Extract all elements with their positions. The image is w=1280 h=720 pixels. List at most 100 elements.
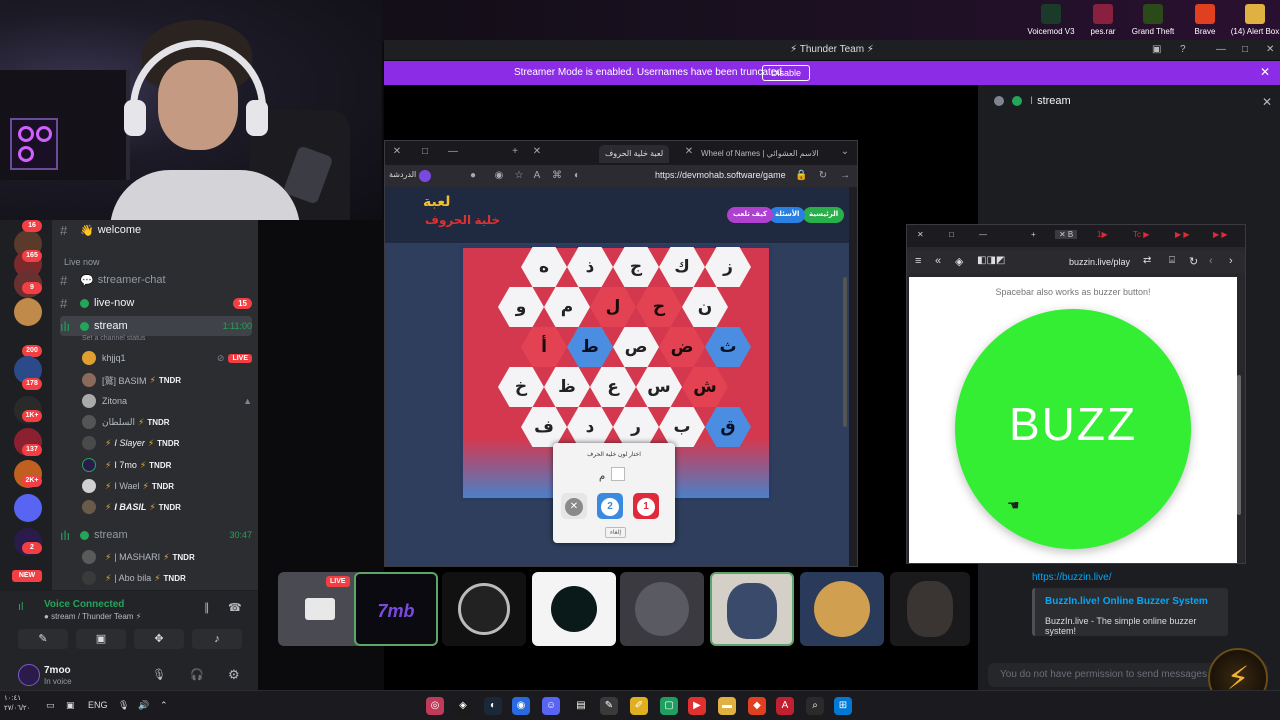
clock[interactable]: ١٠:٤١ ٢٧/٠٦/٢٠ — [4, 694, 30, 714]
camera-off-icon[interactable]: ✎ — [18, 629, 68, 649]
participant-tile[interactable] — [620, 572, 704, 646]
minimize-icon[interactable]: — — [1216, 44, 1226, 55]
inbox-icon[interactable]: ▣ — [1152, 44, 1161, 55]
voice-status-title[interactable]: Voice Connected — [44, 599, 124, 610]
address-bar[interactable]: buzzin.live/play — [1069, 257, 1130, 267]
forward-icon[interactable]: → — [839, 170, 851, 182]
back-icon[interactable]: « — [935, 255, 941, 267]
channel-welcome[interactable]: # 👋 welcome — [60, 220, 252, 240]
tab-youtube[interactable]: 1▶ — [1097, 230, 1108, 239]
search-icon[interactable]: ⌕ — [806, 697, 824, 715]
app-icon[interactable]: ▢ — [660, 697, 678, 715]
embed-title[interactable]: BuzzIn.live! Online Buzzer System — [1045, 596, 1208, 607]
tracking-icon[interactable]: ◐ — [571, 170, 583, 182]
user-name[interactable]: 7moo — [44, 665, 71, 676]
questions-button[interactable]: الأسئلة — [769, 207, 806, 223]
soundboard-icon[interactable]: ♪ — [192, 629, 242, 649]
close-icon[interactable]: ✕ — [917, 230, 924, 239]
read-aloud-icon[interactable]: A — [531, 170, 543, 182]
tab-menu-icon[interactable]: ⌄ — [839, 146, 851, 158]
profile-button[interactable]: الدردشة — [389, 170, 416, 179]
voice-user[interactable]: ⚡ I BASIL ⚡ TNDR — [82, 497, 252, 517]
discord-icon[interactable]: ☺ — [542, 697, 560, 715]
copilot-icon[interactable] — [419, 170, 431, 182]
tab-buzzin[interactable]: ✕ B — [1055, 230, 1078, 239]
voice-user[interactable]: [鷲] BASIM ⚡ TNDR — [82, 370, 252, 390]
microphone-icon[interactable]: 🎙 — [152, 668, 166, 681]
bookmark-icon[interactable]: ⌸ — [1169, 255, 1175, 266]
channel-streamer-chat[interactable]: # 💬 streamer-chat — [60, 270, 252, 290]
minimize-icon[interactable]: — — [979, 230, 987, 239]
voice-user[interactable]: Zitona ▲ — [82, 391, 252, 411]
disconnect-icon[interactable]: ☎ — [228, 601, 242, 614]
new-tab-icon[interactable]: + — [509, 146, 521, 158]
file-explorer-icon[interactable]: ▬ — [718, 697, 736, 715]
server-icon[interactable] — [14, 298, 42, 326]
minimize-icon[interactable]: — — [447, 146, 459, 158]
steam-icon[interactable]: ◐ — [484, 697, 502, 715]
translate-icon[interactable]: ⌘ — [551, 170, 563, 182]
notepad-icon[interactable]: ✎ — [600, 697, 618, 715]
buzz-button[interactable]: BUZZ — [955, 309, 1191, 549]
extensions-icon[interactable]: ◉ — [493, 170, 505, 182]
menu-icon[interactable]: ≡ — [915, 255, 921, 267]
clear-color-button[interactable]: ✕ — [561, 493, 587, 519]
close-tab-icon[interactable]: ✕ — [531, 146, 543, 158]
voice-user[interactable]: ⚡ | MASHARI ⚡ TNDR — [82, 547, 252, 567]
voice-user[interactable]: السلطان ⚡ TNDR — [82, 412, 252, 432]
new-tab-icon[interactable]: + — [1031, 230, 1036, 239]
extensions-icon[interactable]: ◧◨◩ — [977, 255, 1005, 266]
app-icon[interactable]: ◈ — [454, 697, 472, 715]
help-icon[interactable]: ? — [1180, 44, 1186, 55]
voice-user[interactable]: ⚡ I Wael ⚡ TNDR — [82, 476, 252, 496]
headphones-icon[interactable]: 🎧 — [190, 668, 204, 681]
video-icon[interactable]: ▶ — [688, 697, 706, 715]
screen-share-icon[interactable]: ▣ — [76, 629, 126, 649]
brave-icon[interactable]: ◆ — [748, 697, 766, 715]
maximize-icon[interactable]: □ — [419, 146, 431, 158]
tab-other[interactable]: Tc ▶ — [1133, 230, 1149, 239]
close-icon[interactable]: ✕ — [1266, 44, 1274, 55]
back-arrow-icon[interactable]: ‹ — [1209, 255, 1213, 267]
participant-tile[interactable] — [532, 572, 616, 646]
display-icon[interactable]: ▣ — [66, 700, 75, 711]
tab-other[interactable]: ▶ ▶ — [1175, 230, 1190, 239]
refresh-icon[interactable]: ↻ — [817, 170, 829, 182]
favorites-icon[interactable]: ☆ — [513, 170, 525, 182]
maximize-icon[interactable]: □ — [1242, 44, 1248, 55]
forward-arrow-icon[interactable]: › — [1229, 255, 1233, 267]
refresh-icon[interactable]: ↻ — [1189, 255, 1198, 268]
maximize-icon[interactable]: □ — [949, 230, 954, 239]
participant-tile-7mb[interactable]: 7mb — [354, 572, 438, 646]
voice-user[interactable]: ⚡ I 7mo ⚡ TNDR — [82, 455, 252, 475]
settings-gear-icon[interactable]: ⚙ — [228, 667, 240, 683]
chrome-icon[interactable]: ◉ — [512, 697, 530, 715]
home-button[interactable]: الرئيسية — [803, 207, 845, 223]
close-tab-icon[interactable]: ✕ — [683, 146, 695, 158]
chevron-up-icon[interactable]: ⌃ — [160, 700, 168, 711]
desktop-icon-alert-box[interactable]: (14) Alert Box — [1220, 4, 1280, 36]
voice-channel-path[interactable]: ● stream / Thunder Team ⚡ — [44, 612, 141, 621]
voice-channel-stream[interactable]: ılı stream 1:11:00 — [60, 316, 252, 336]
adobe-icon[interactable]: A — [776, 697, 794, 715]
participant-tile[interactable] — [442, 572, 526, 646]
tab-wheel-of-names[interactable]: Wheel of Names | الاسم العشوائي — [695, 145, 825, 163]
pen-icon[interactable]: ✐ — [630, 697, 648, 715]
microphone-icon[interactable]: 🎙 — [118, 700, 129, 711]
voice-channel-stream-2[interactable]: ılı stream 30:47 — [60, 525, 252, 545]
windows-start-icon[interactable]: ⊞ — [834, 697, 852, 715]
participant-tile[interactable] — [890, 572, 970, 646]
set-channel-status[interactable]: Set a channel status — [82, 335, 145, 342]
app-icon[interactable]: ▤ — [572, 697, 590, 715]
how-to-play-button[interactable]: كيف تلعب — [727, 207, 774, 223]
scrollbar[interactable] — [843, 277, 847, 427]
signal-icon[interactable]: ıl — [18, 601, 24, 613]
close-chat-icon[interactable]: ✕ — [1262, 95, 1272, 109]
disable-streamer-mode-button[interactable]: Disable — [762, 65, 811, 81]
activities-icon[interactable]: ✥ — [134, 629, 184, 649]
voice-user[interactable]: ⚡ I Slayer ⚡ TNDR — [82, 433, 252, 453]
category-live-now[interactable]: Live now — [64, 257, 100, 267]
tab-letter-cell-game[interactable]: لعبة خلية الحروف — [599, 145, 670, 163]
account-icon[interactable]: ● — [467, 170, 479, 182]
close-banner-icon[interactable]: ✕ — [1260, 65, 1270, 79]
